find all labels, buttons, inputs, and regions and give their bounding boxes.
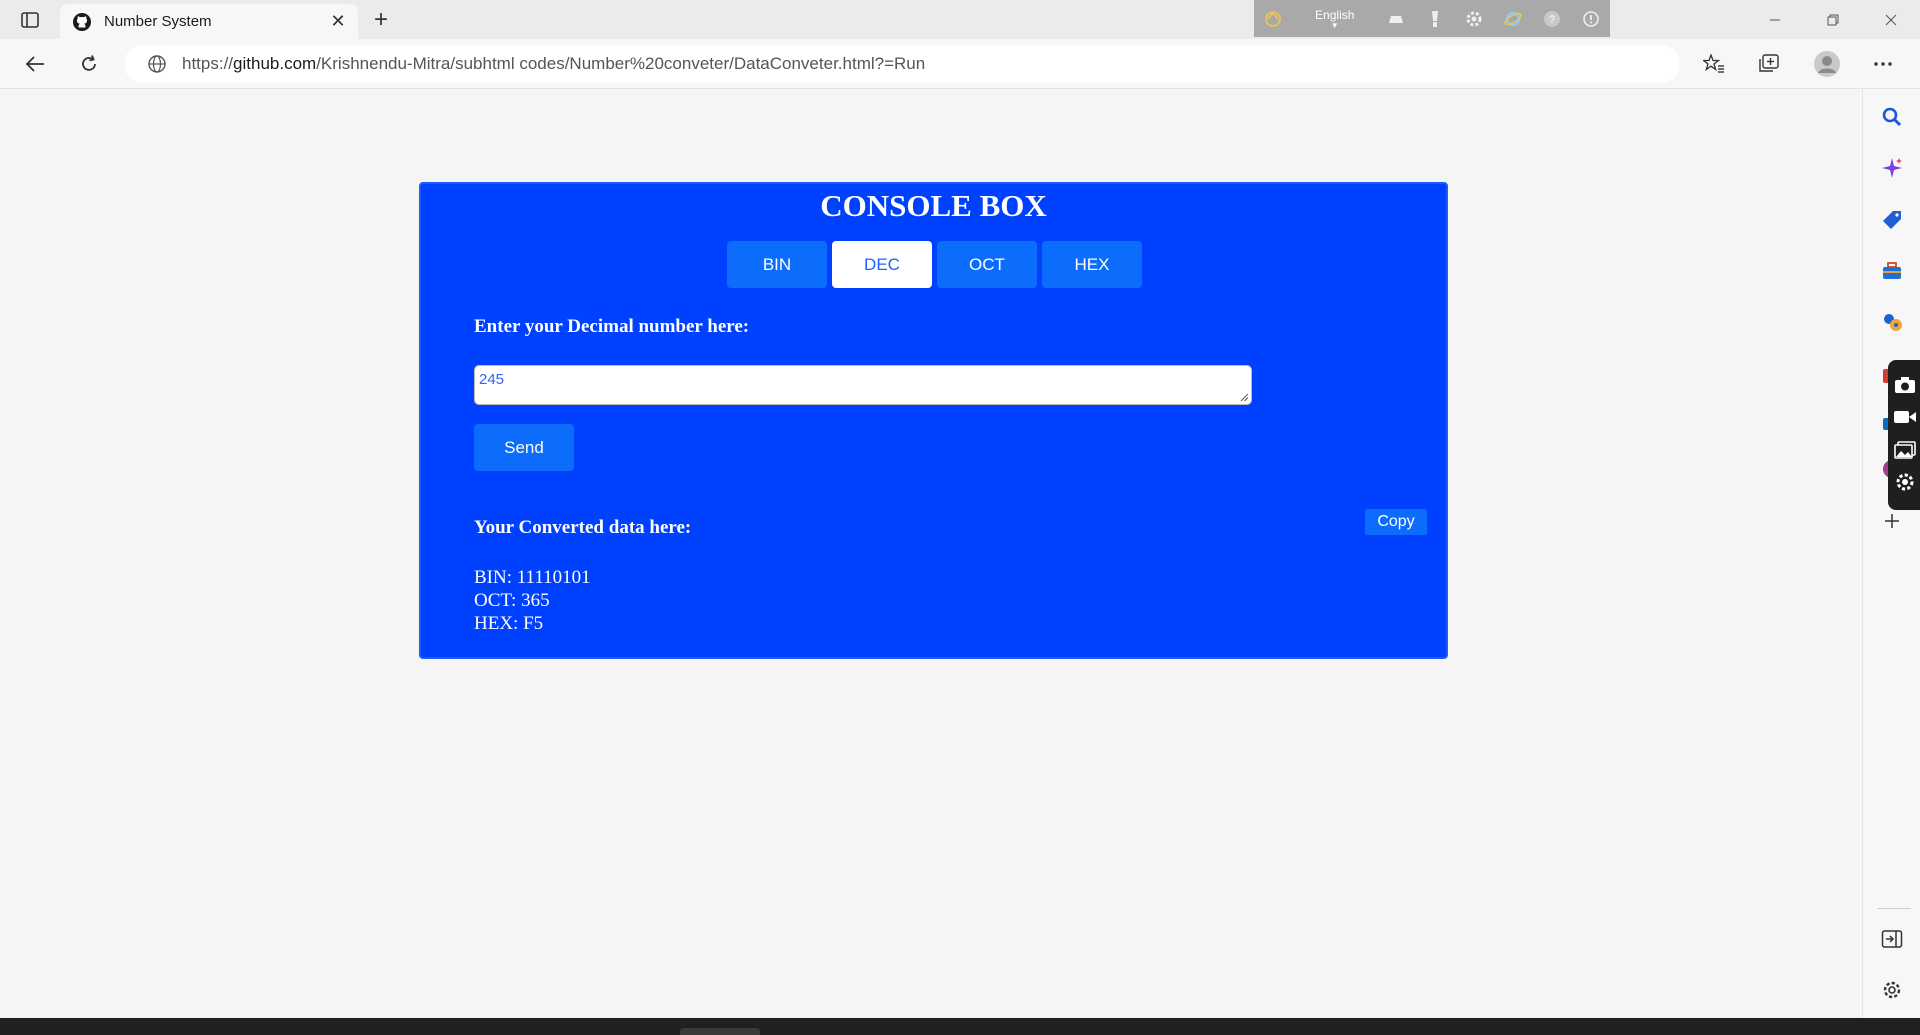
- back-arrow-icon: [25, 56, 44, 72]
- profile-button[interactable]: [1810, 47, 1844, 81]
- hide-sidebar-icon[interactable]: [1878, 925, 1906, 953]
- capture-settings-gear-icon[interactable]: [1892, 469, 1918, 495]
- ime-language-selector[interactable]: English ▼: [1293, 0, 1377, 37]
- tab-dec[interactable]: DEC: [832, 241, 932, 288]
- sidebar-settings-icon[interactable]: [1878, 976, 1906, 1004]
- navigation-bar: https://github.com/Krishnendu-Mitra/subh…: [0, 39, 1920, 89]
- tab-actions-icon: [21, 12, 39, 28]
- result-oct: OCT: 365: [474, 590, 550, 611]
- gear-icon[interactable]: [1454, 0, 1493, 37]
- window-controls: [1746, 0, 1920, 39]
- refresh-button[interactable]: [72, 47, 106, 81]
- tab-actions-button[interactable]: [14, 7, 46, 33]
- edge-sidebar: [1862, 89, 1920, 1018]
- output-label: Your Converted data here:: [474, 517, 692, 538]
- input-label: Enter your Decimal number here:: [474, 316, 750, 337]
- number-input[interactable]: [474, 365, 1252, 405]
- favorites-star-icon: [1703, 54, 1724, 73]
- address-bar[interactable]: https://github.com/Krishnendu-Mitra/subh…: [124, 45, 1680, 83]
- close-icon: [1885, 14, 1897, 25]
- avatar-icon: [1814, 51, 1840, 77]
- brush-icon[interactable]: [1415, 0, 1454, 37]
- refresh-icon: [82, 55, 96, 71]
- more-dots-icon: [1874, 62, 1892, 66]
- restore-button[interactable]: [1804, 0, 1862, 39]
- new-tab-button[interactable]: +: [366, 6, 396, 34]
- url-prefix: https://: [182, 54, 234, 73]
- browser-tab[interactable]: Number System ✕: [60, 4, 358, 39]
- ime-language-label: English: [1315, 7, 1355, 22]
- resize-grip-icon[interactable]: [1239, 392, 1249, 402]
- ime-logo-icon[interactable]: [1254, 0, 1293, 37]
- ime-toolbar: English ▼ ?: [1254, 0, 1610, 37]
- ie-icon[interactable]: [1493, 0, 1532, 37]
- camera-icon[interactable]: [1892, 372, 1918, 398]
- url-path: /Krishnendu-Mitra/subhtml codes/Number%2…: [316, 54, 926, 73]
- result-bin: BIN: 11110101: [474, 567, 591, 588]
- page-title: CONSOLE BOX: [820, 188, 1047, 223]
- tab-hex[interactable]: HEX: [1042, 241, 1142, 288]
- collections-button[interactable]: [1752, 47, 1786, 81]
- more-menu-button[interactable]: [1866, 47, 1900, 81]
- tab-strip: Number System ✕ + English ▼ ?: [0, 0, 1920, 39]
- back-button[interactable]: [18, 47, 52, 81]
- taskbar-app-indicator[interactable]: [680, 1028, 760, 1035]
- favorites-button[interactable]: [1697, 47, 1731, 81]
- info-icon[interactable]: [1571, 0, 1610, 37]
- github-icon: [72, 12, 92, 32]
- video-camera-icon[interactable]: [1892, 404, 1918, 430]
- tab-title: Number System: [104, 13, 212, 30]
- add-sidebar-app-icon[interactable]: [1878, 507, 1906, 535]
- minimize-button[interactable]: [1746, 0, 1804, 39]
- tools-briefcase-icon[interactable]: [1878, 257, 1906, 285]
- capture-toolbar: [1888, 360, 1920, 510]
- mode-tabs: BIN DEC OCT HEX: [727, 241, 1147, 288]
- result-hex: HEX: F5: [474, 613, 544, 634]
- chevron-down-icon: ▼: [1330, 20, 1339, 30]
- send-button[interactable]: Send: [474, 424, 574, 471]
- tab-bin[interactable]: BIN: [727, 241, 827, 288]
- console-box: CONSOLE BOX BIN DEC OCT HEX Enter your D…: [419, 182, 1448, 659]
- shopping-tag-icon[interactable]: [1878, 206, 1906, 234]
- copy-button[interactable]: Copy: [1365, 509, 1427, 535]
- search-icon[interactable]: [1878, 103, 1906, 131]
- svg-text:?: ?: [1549, 14, 1555, 26]
- url-host: github.com: [233, 54, 317, 73]
- copilot-sparkle-icon[interactable]: [1878, 154, 1906, 182]
- close-tab-icon[interactable]: ✕: [324, 8, 352, 36]
- sidebar-divider: [1877, 908, 1911, 909]
- os-taskbar: [0, 1018, 1920, 1035]
- help-icon[interactable]: ?: [1532, 0, 1571, 37]
- games-icon[interactable]: [1878, 308, 1906, 336]
- minimize-icon: [1770, 19, 1780, 20]
- url-text: https://github.com/Krishnendu-Mitra/subh…: [182, 54, 925, 74]
- tab-oct[interactable]: OCT: [937, 241, 1037, 288]
- restore-icon: [1827, 14, 1839, 25]
- collections-icon: [1759, 54, 1779, 72]
- globe-icon: [146, 53, 168, 75]
- keyboard-icon[interactable]: [1377, 0, 1416, 37]
- converted-output: BIN: 11110101 OCT: 365 HEX: F5: [474, 566, 591, 635]
- close-window-button[interactable]: [1862, 0, 1920, 39]
- image-gallery-icon[interactable]: [1892, 437, 1918, 463]
